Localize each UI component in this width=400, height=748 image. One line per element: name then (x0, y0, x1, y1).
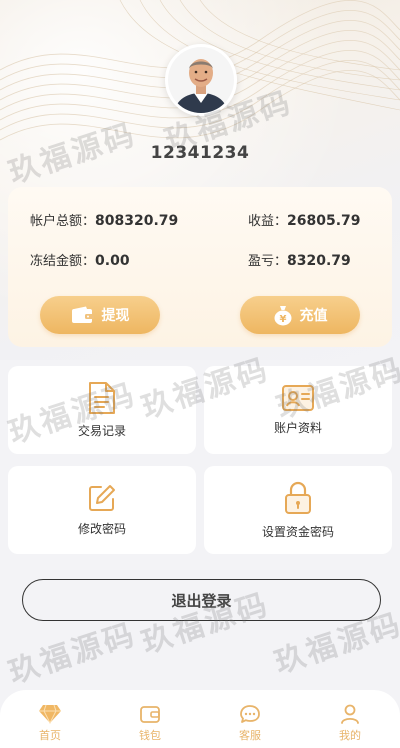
watermark-text: 玖福源码 (4, 616, 141, 691)
account-info-tile[interactable]: 账户资料 (204, 366, 392, 454)
transactions-label: 交易记录 (77, 424, 126, 438)
total-balance-value: 808320.79 (95, 213, 179, 229)
user-icon (341, 704, 359, 724)
transactions-tile[interactable]: 交易记录 (8, 366, 196, 454)
chat-bubble-icon (240, 705, 260, 723)
recharge-button[interactable]: ¥ 充值 (240, 296, 360, 334)
id-card-icon (282, 385, 314, 411)
profit-loss: 盈亏：8320.79 (248, 250, 351, 269)
user-avatar-photo-icon (168, 47, 234, 113)
diamond-icon (39, 704, 61, 724)
income-label: 收益： (248, 214, 288, 229)
frozen-amount-value: 0.00 (95, 253, 130, 269)
balance-card: 帐户总额：808320.79 收益：26805.79 冻结金额：0.00 盈亏：… (8, 187, 392, 347)
tab-wallet-label: 钱包 (139, 729, 161, 742)
frozen-amount-label: 冻结金额： (30, 254, 96, 269)
change-password-label: 修改密码 (77, 522, 126, 536)
total-balance: 帐户总额：808320.79 (30, 210, 178, 229)
tab-home[interactable]: 首页 (10, 690, 90, 743)
user-id: 12341234 (150, 143, 250, 163)
frozen-amount: 冻结金额：0.00 (30, 250, 130, 269)
change-password-tile[interactable]: 修改密码 (8, 466, 196, 554)
profit-loss-label: 盈亏： (248, 254, 288, 269)
wallet-icon (71, 306, 94, 323)
money-bag-icon: ¥ (274, 306, 291, 326)
tab-mine[interactable]: 我的 (310, 690, 390, 743)
withdraw-label: 提现 (101, 308, 130, 324)
lock-icon (285, 481, 311, 514)
fund-password-label: 设置资金密码 (261, 525, 334, 539)
tab-service[interactable]: 客服 (210, 690, 290, 743)
svg-text:¥: ¥ (279, 314, 286, 325)
recharge-label: 充值 (299, 308, 328, 324)
income-value: 26805.79 (287, 213, 361, 229)
bottom-tab-bar: 首页 钱包 客服 我的 (0, 690, 400, 748)
tab-home-label: 首页 (39, 729, 61, 742)
total-balance-label: 帐户总额： (30, 214, 96, 229)
tab-service-label: 客服 (239, 729, 261, 742)
wallet-tab-icon (140, 706, 160, 723)
fund-password-tile[interactable]: 设置资金密码 (204, 466, 392, 554)
account-info-label: 账户资料 (273, 421, 322, 435)
tab-mine-label: 我的 (339, 729, 361, 742)
withdraw-button[interactable]: 提现 (40, 296, 160, 334)
edit-icon (89, 485, 115, 511)
document-icon (89, 382, 115, 414)
tab-wallet[interactable]: 钱包 (110, 690, 190, 743)
avatar[interactable] (165, 44, 237, 116)
logout-button[interactable]: 退出登录 (22, 579, 381, 621)
income: 收益：26805.79 (248, 210, 361, 229)
profit-loss-value: 8320.79 (287, 253, 351, 269)
